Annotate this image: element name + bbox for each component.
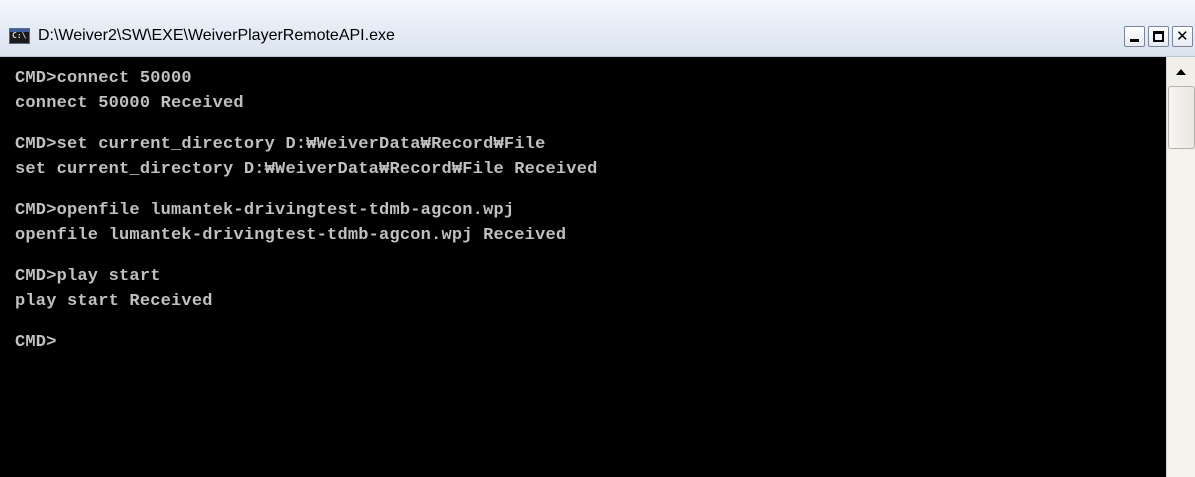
console-line: CMD>set current_directory D:₩WeiverData₩…	[15, 135, 546, 154]
console-app-icon[interactable]: C:\	[9, 28, 30, 44]
console-blank-line	[15, 248, 598, 264]
console-line: play start Received	[15, 292, 213, 311]
window-title: D:\Weiver2\SW\EXE\WeiverPlayerRemoteAPI.…	[38, 27, 395, 44]
scroll-up-button[interactable]	[1168, 57, 1195, 85]
console-prompt-line[interactable]: CMD>	[15, 330, 598, 355]
console-window: C:\ D:\Weiver2\SW\EXE\WeiverPlayerRemote…	[0, 0, 1195, 477]
close-button[interactable]: ✕	[1172, 26, 1193, 47]
console-line: openfile lumantek-drivingtest-tdmb-agcon…	[15, 226, 567, 245]
scroll-thumb[interactable]	[1168, 86, 1195, 149]
console-line: CMD>openfile lumantek-drivingtest-tdmb-a…	[15, 201, 515, 220]
maximize-button[interactable]	[1148, 26, 1169, 47]
scroll-track[interactable]	[1168, 150, 1195, 477]
console-lines: CMD>connect 50000 connect 50000 Received…	[15, 66, 598, 355]
vertical-scrollbar[interactable]	[1166, 57, 1195, 477]
console-output[interactable]: CMD>connect 50000 connect 50000 Received…	[0, 57, 1166, 477]
console-line: CMD>play start	[15, 267, 161, 286]
scroll-up-arrow-icon	[1176, 69, 1186, 75]
console-line: set current_directory D:₩WeiverData₩Reco…	[15, 160, 598, 179]
close-icon: ✕	[1176, 27, 1189, 45]
minimize-icon	[1130, 39, 1139, 42]
console-blank-line	[15, 314, 598, 330]
console-blank-line	[15, 116, 598, 132]
console-line: connect 50000 Received	[15, 94, 244, 113]
minimize-button[interactable]	[1124, 26, 1145, 47]
console-blank-line	[15, 182, 598, 198]
console-line: CMD>connect 50000	[15, 69, 192, 88]
maximize-icon	[1153, 31, 1164, 42]
title-bar[interactable]: C:\ D:\Weiver2\SW\EXE\WeiverPlayerRemote…	[0, 0, 1195, 57]
